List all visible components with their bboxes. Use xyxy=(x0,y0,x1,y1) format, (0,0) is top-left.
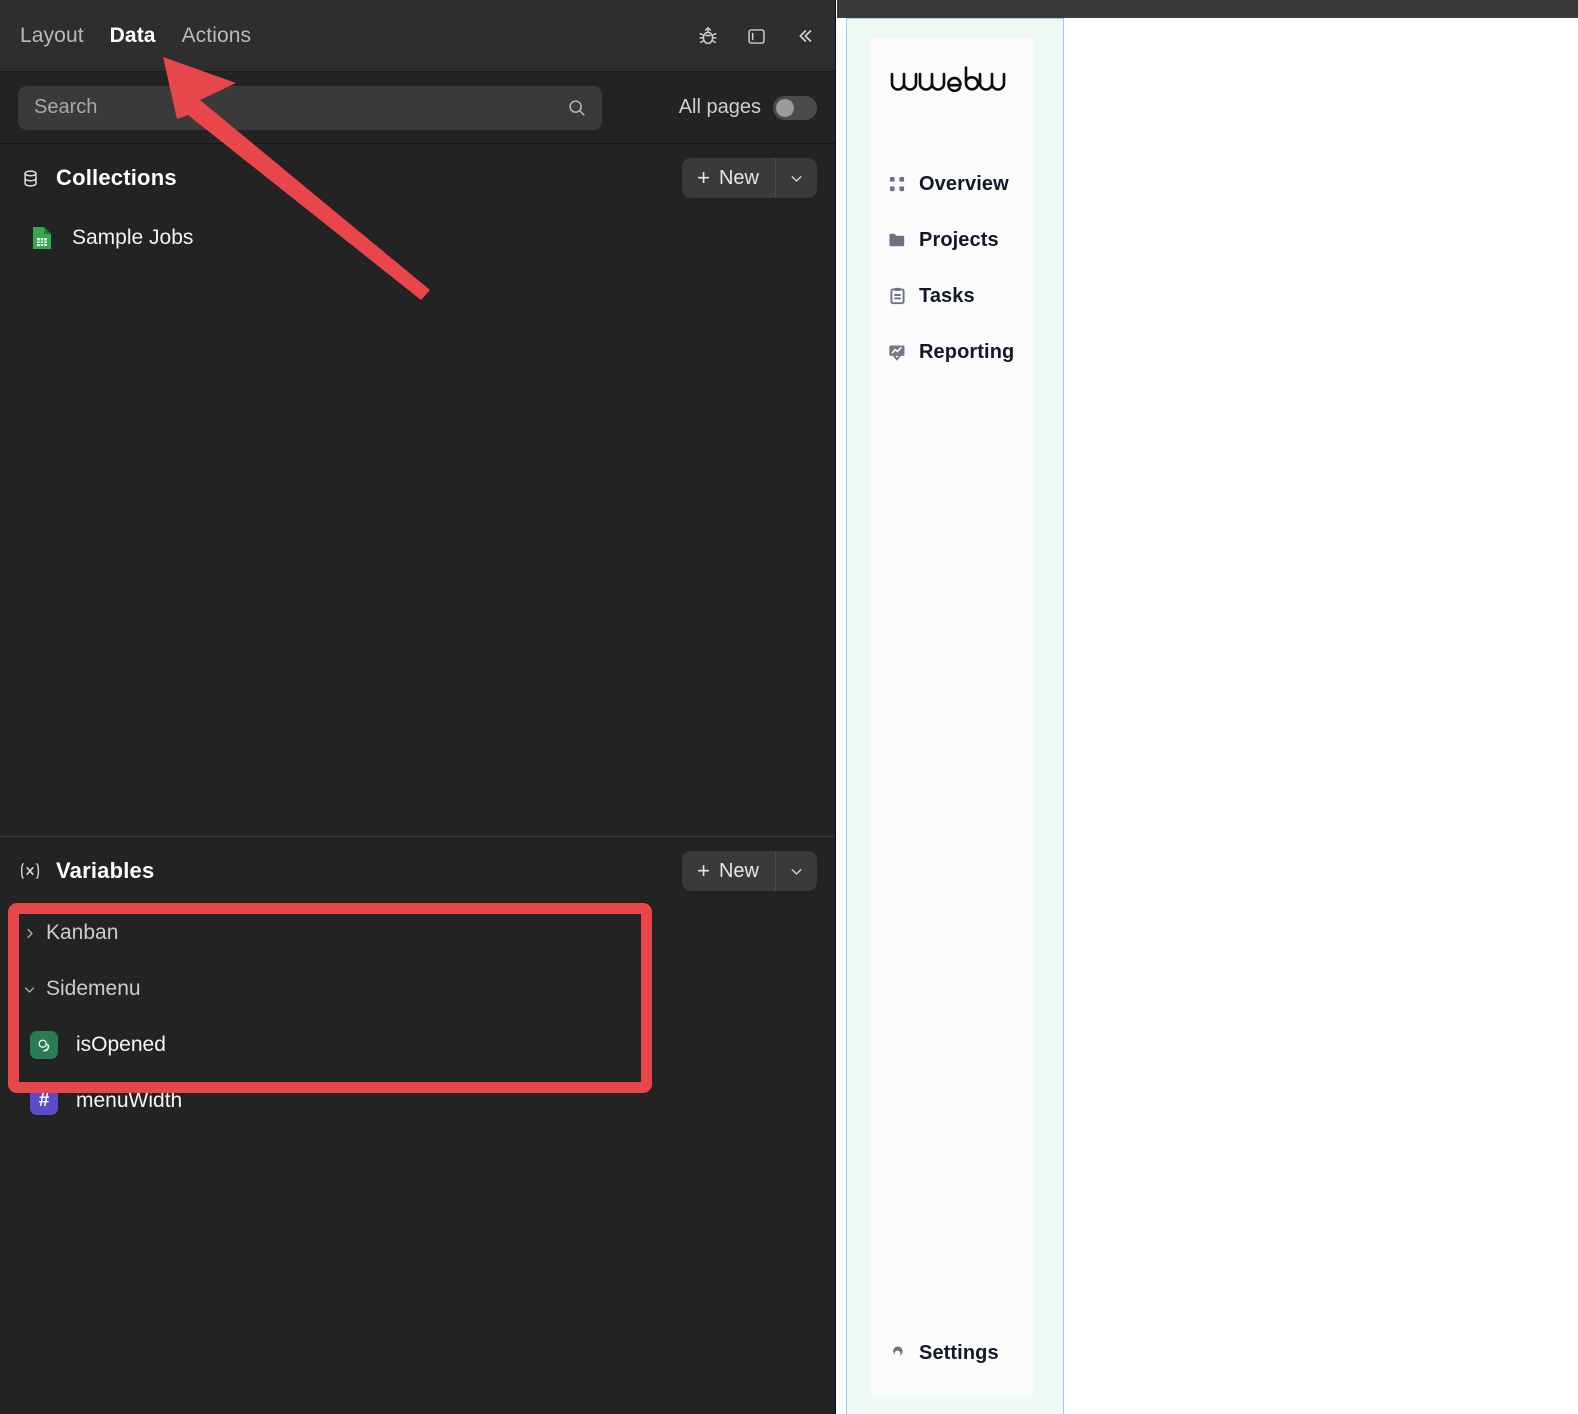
grid-dots-icon xyxy=(888,175,906,193)
toggle-knob xyxy=(776,98,794,117)
tab-layout[interactable]: Layout xyxy=(20,24,84,48)
variables-tree: Kanban Sidemenu isOpened # menuWidth xyxy=(0,905,835,1129)
boolean-toggle-icon xyxy=(30,1031,58,1059)
screenshot-root: Layout Data Actions Search All pages Col… xyxy=(0,0,1578,1414)
variable-item-label: isOpened xyxy=(76,1033,166,1056)
sidebar-item-label: Settings xyxy=(919,1341,999,1364)
collections-new-main[interactable]: + New xyxy=(682,158,775,198)
collections-new-label: New xyxy=(718,166,759,189)
all-pages-label: All pages xyxy=(678,96,761,118)
search-field-wrap[interactable] xyxy=(18,85,602,130)
collections-new-button[interactable]: + New xyxy=(682,158,817,198)
variable-item-menuwidth[interactable]: # menuWidth xyxy=(0,1073,835,1129)
weweb-logo xyxy=(888,66,1033,106)
sidemenu-spacer xyxy=(870,380,1033,1325)
plus-icon: + xyxy=(697,165,710,190)
gear-icon xyxy=(888,1344,906,1362)
tab-data[interactable]: Data xyxy=(110,24,156,48)
bug-icon[interactable] xyxy=(695,23,721,49)
variable-group-label: Kanban xyxy=(46,921,119,944)
sidemenu-footer: Settings xyxy=(870,1325,1033,1381)
variable-group-sidemenu[interactable]: Sidemenu xyxy=(0,961,835,1017)
list-item-label: Sample Jobs xyxy=(72,226,194,249)
variables-title: Variables xyxy=(56,858,155,883)
sidebar-item-reporting[interactable]: Reporting xyxy=(870,324,1033,380)
variable-fx-icon xyxy=(18,859,42,883)
preview-canvas: Overview Projects Tasks Reporting Settin… xyxy=(837,0,1578,1414)
variable-item-label: menuWidth xyxy=(76,1089,183,1112)
panel-layout-icon[interactable] xyxy=(743,23,769,49)
canvas-top-strip xyxy=(837,0,1578,18)
database-icon xyxy=(18,166,42,190)
variables-new-main[interactable]: + New xyxy=(682,851,775,891)
sidemenu-container-selected[interactable]: Overview Projects Tasks Reporting Settin… xyxy=(846,18,1064,1414)
list-item[interactable]: Sample Jobs xyxy=(0,212,835,264)
variables-new-button[interactable]: + New xyxy=(682,851,817,891)
sidebar-item-projects[interactable]: Projects xyxy=(870,212,1033,268)
sidemenu-nav: Overview Projects Tasks Reporting xyxy=(870,156,1033,380)
variable-group-kanban[interactable]: Kanban xyxy=(0,905,835,961)
sidebar-item-settings[interactable]: Settings xyxy=(870,1325,1033,1381)
chevron-down-icon[interactable] xyxy=(775,851,817,891)
collections-header: Collections + New xyxy=(0,144,835,212)
chevron-down-icon[interactable] xyxy=(775,158,817,198)
sidebar-item-label: Tasks xyxy=(919,284,975,307)
sidebar-item-label: Reporting xyxy=(919,340,1015,363)
editor-tabbar: Layout Data Actions xyxy=(0,0,835,72)
google-sheets-icon xyxy=(32,226,52,250)
search-icon xyxy=(566,97,588,124)
chevron-down-icon[interactable] xyxy=(18,982,40,997)
collections-title: Collections xyxy=(56,165,177,190)
collections-list: Sample Jobs xyxy=(0,212,835,836)
collapse-left-icon[interactable] xyxy=(791,23,817,49)
tabbar-icon-group xyxy=(695,0,817,72)
search-input[interactable] xyxy=(34,96,586,119)
chevron-right-icon[interactable] xyxy=(18,926,40,941)
search-row: All pages xyxy=(0,72,835,144)
variable-group-label: Sidemenu xyxy=(46,977,141,1000)
clipboard-icon xyxy=(888,287,906,305)
app-sidemenu: Overview Projects Tasks Reporting Settin… xyxy=(870,38,1033,1395)
sidebar-item-tasks[interactable]: Tasks xyxy=(870,268,1033,324)
sidebar-item-label: Overview xyxy=(919,172,1009,195)
variables-new-label: New xyxy=(718,859,759,882)
variable-item-isopened[interactable]: isOpened xyxy=(0,1017,835,1073)
tab-actions[interactable]: Actions xyxy=(182,24,252,48)
all-pages-control[interactable]: All pages xyxy=(678,95,817,120)
variables-header: Variables + New xyxy=(0,837,835,905)
folder-icon xyxy=(888,231,906,249)
plus-icon: + xyxy=(697,858,710,883)
sidebar-item-overview[interactable]: Overview xyxy=(870,156,1033,212)
editor-panel: Layout Data Actions Search All pages Col… xyxy=(0,0,836,1414)
sidebar-item-label: Projects xyxy=(919,228,999,251)
number-hash-icon: # xyxy=(30,1087,58,1115)
all-pages-toggle[interactable] xyxy=(773,95,817,120)
chart-presentation-icon xyxy=(888,343,906,361)
